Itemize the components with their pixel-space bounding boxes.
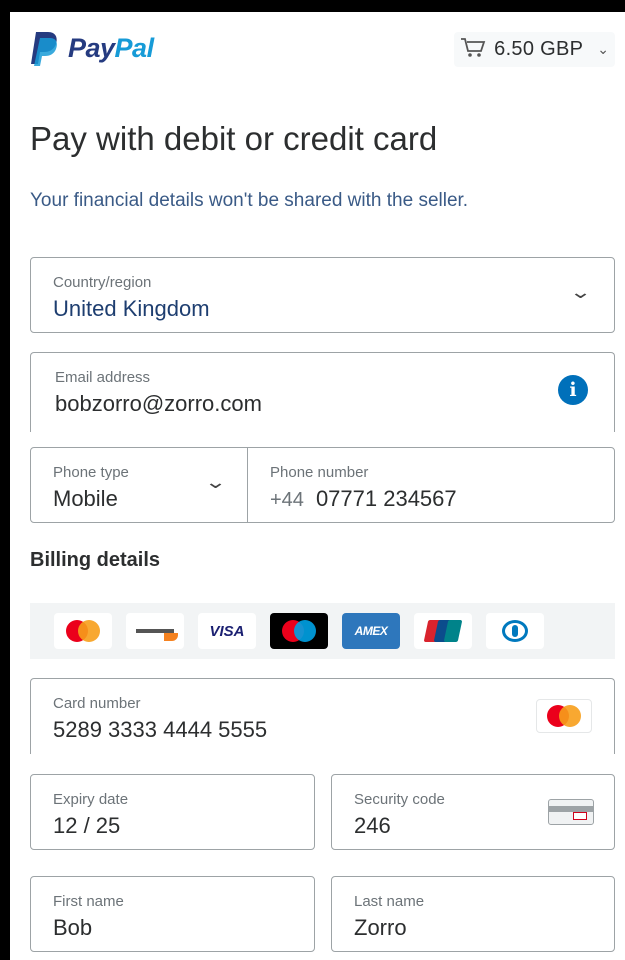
email-label: Email address: [55, 369, 151, 386]
card-number-field[interactable]: Card number 5289 3333 4444 5555: [30, 678, 615, 754]
last-name-value: Zorro: [354, 915, 407, 940]
phone-number-value: 07771 234567: [315, 486, 457, 511]
phone-country-code: +44: [270, 489, 304, 511]
maestro-icon: [270, 613, 328, 649]
cart-icon: [460, 36, 486, 63]
phone-type-select[interactable]: Phone type Mobile ⌄: [30, 447, 248, 523]
card-brands-strip: VISA AMEX: [30, 603, 615, 659]
phone-number-row: +44 07771 234567: [270, 486, 457, 512]
expiry-date-field[interactable]: Expiry date 12 / 25: [30, 774, 315, 850]
phone-number-field[interactable]: Phone number +44 07771 234567: [247, 447, 615, 523]
phone-type-label: Phone type: [53, 464, 129, 481]
first-name-value: Bob: [53, 915, 93, 940]
card-cvv-icon: [548, 799, 594, 825]
page-title: Pay with debit or credit card: [30, 120, 438, 157]
phone-type-value: Mobile: [53, 486, 118, 511]
card-number-label: Card number: [53, 695, 141, 712]
header: PayPal 6.50 GBP ⌄: [10, 12, 625, 84]
mastercard-icon: [536, 699, 592, 733]
phone-number-label: Phone number: [270, 464, 369, 481]
mastercard-icon: [54, 613, 112, 649]
security-code-label: Security code: [354, 791, 445, 808]
discover-icon: [126, 613, 184, 649]
first-name-field[interactable]: First name Bob: [30, 876, 315, 952]
country-select[interactable]: Country/region United Kingdom ⌄: [30, 257, 615, 333]
brand-part2: Pal: [114, 32, 155, 63]
paypal-wordmark: PayPal: [68, 33, 154, 64]
card-number-value: 5289 3333 4444 5555: [53, 717, 268, 742]
amex-icon: AMEX: [342, 613, 400, 649]
cart-summary-button[interactable]: 6.50 GBP ⌄: [454, 32, 615, 67]
chevron-down-icon: ⌄: [597, 41, 609, 57]
visa-icon: VISA: [198, 613, 256, 649]
first-name-label: First name: [53, 893, 124, 910]
last-name-label: Last name: [354, 893, 425, 910]
page-subtitle: Your financial details won't be shared w…: [30, 190, 469, 211]
expiry-value: 12 / 25: [53, 813, 121, 838]
security-code-value: 246: [354, 813, 391, 838]
expiry-label: Expiry date: [53, 791, 129, 808]
unionpay-icon: [414, 613, 472, 649]
last-name-field[interactable]: Last name Zorro: [331, 876, 615, 952]
brand-part1: Pay: [68, 32, 115, 63]
info-icon[interactable]: i: [558, 375, 588, 405]
chevron-down-icon: ⌄: [204, 472, 227, 492]
paypal-logo: PayPal: [30, 30, 154, 66]
security-code-field[interactable]: Security code 246: [331, 774, 615, 850]
diners-club-icon: [486, 613, 544, 649]
billing-details-heading: Billing details: [30, 549, 161, 571]
email-value: bobzorro@zorro.com: [55, 391, 262, 416]
email-field[interactable]: Email address bobzorro@zorro.com i: [30, 352, 615, 432]
chevron-down-icon: ⌄: [569, 282, 592, 302]
cart-amount: 6.50 GBP: [494, 38, 584, 60]
country-label: Country/region: [53, 274, 152, 291]
country-value: United Kingdom: [53, 296, 210, 321]
paypal-p-icon: [30, 30, 60, 66]
